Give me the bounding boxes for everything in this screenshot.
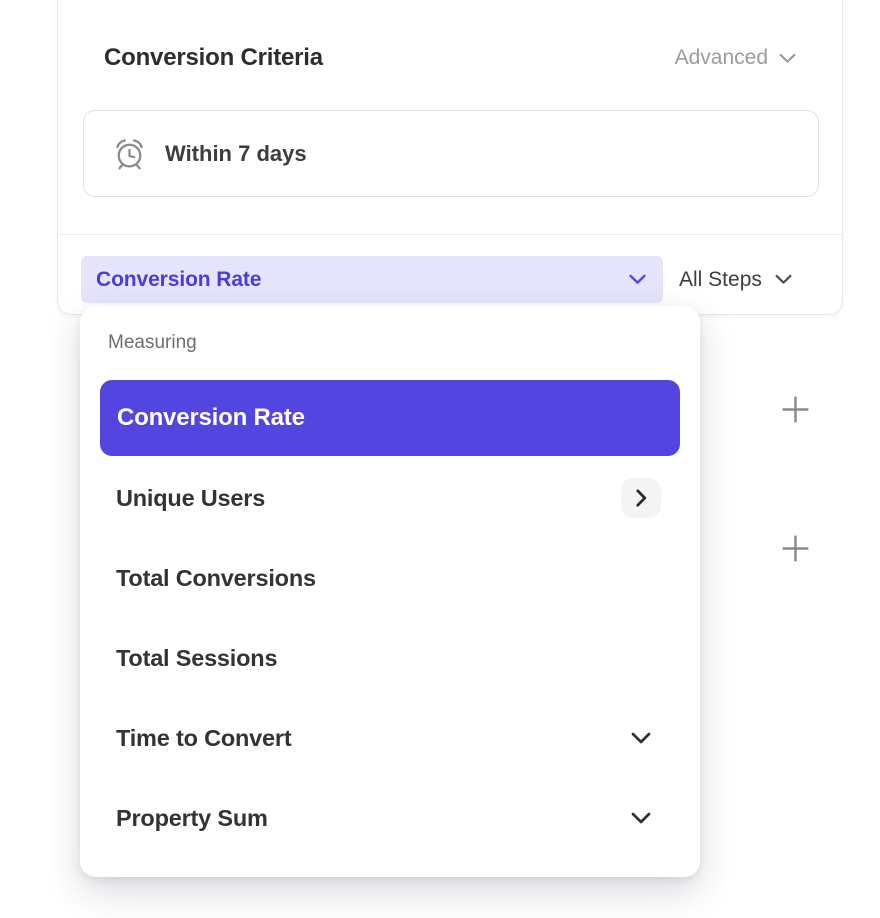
page-title: Conversion Criteria: [104, 44, 323, 72]
card-header: Conversion Criteria Advanced: [104, 43, 796, 73]
dropdown-item-total-sessions[interactable]: Total Sessions: [80, 618, 700, 698]
dropdown-item-unique-users[interactable]: Unique Users: [80, 458, 700, 538]
advanced-toggle[interactable]: Advanced: [675, 46, 796, 70]
divider: [58, 234, 842, 235]
chevron-down-icon: [631, 812, 651, 824]
dropdown-item-property-sum[interactable]: Property Sum: [80, 778, 700, 858]
plus-icon: [780, 394, 812, 425]
dropdown-item-label: Time to Convert: [116, 725, 291, 752]
dropdown-item-label: Property Sum: [116, 805, 268, 832]
plus-icon: [780, 533, 812, 564]
steps-value: All Steps: [679, 268, 762, 292]
chevron-down-icon: [631, 732, 651, 744]
alarm-clock-icon: [111, 135, 148, 172]
selected-item-highlight: Conversion Rate: [100, 380, 680, 456]
dropdown-item-conversion-rate[interactable]: Conversion Rate: [80, 378, 700, 458]
chevron-down-icon: [629, 274, 646, 285]
chevron-down-icon: [779, 53, 796, 64]
add-step-button-2[interactable]: [780, 532, 812, 564]
measurement-value: Conversion Rate: [96, 268, 261, 292]
chevron-right-icon: [636, 489, 647, 507]
dropdown-item-total-conversions[interactable]: Total Conversions: [80, 538, 700, 618]
steps-select[interactable]: All Steps: [679, 256, 792, 303]
chevron-down-icon: [775, 274, 792, 285]
measurement-select[interactable]: Conversion Rate: [81, 256, 663, 303]
conversion-window-button[interactable]: Within 7 days: [83, 110, 819, 197]
conversion-window-value: Within 7 days: [165, 141, 307, 167]
conversion-criteria-card: Conversion Criteria Advanced Within 7 da…: [57, 0, 843, 315]
dropdown-item-time-to-convert[interactable]: Time to Convert: [80, 698, 700, 778]
measuring-dropdown: Measuring Conversion Rate Unique Users T…: [80, 306, 700, 877]
add-step-button[interactable]: [780, 393, 812, 425]
dropdown-section-label: Measuring: [108, 332, 700, 378]
dropdown-item-label: Total Conversions: [116, 565, 316, 592]
open-submenu-button[interactable]: [621, 478, 661, 518]
dropdown-item-label: Total Sessions: [116, 645, 277, 672]
dropdown-item-label: Conversion Rate: [117, 404, 305, 432]
dropdown-item-label: Unique Users: [116, 485, 265, 512]
advanced-label: Advanced: [675, 46, 768, 70]
